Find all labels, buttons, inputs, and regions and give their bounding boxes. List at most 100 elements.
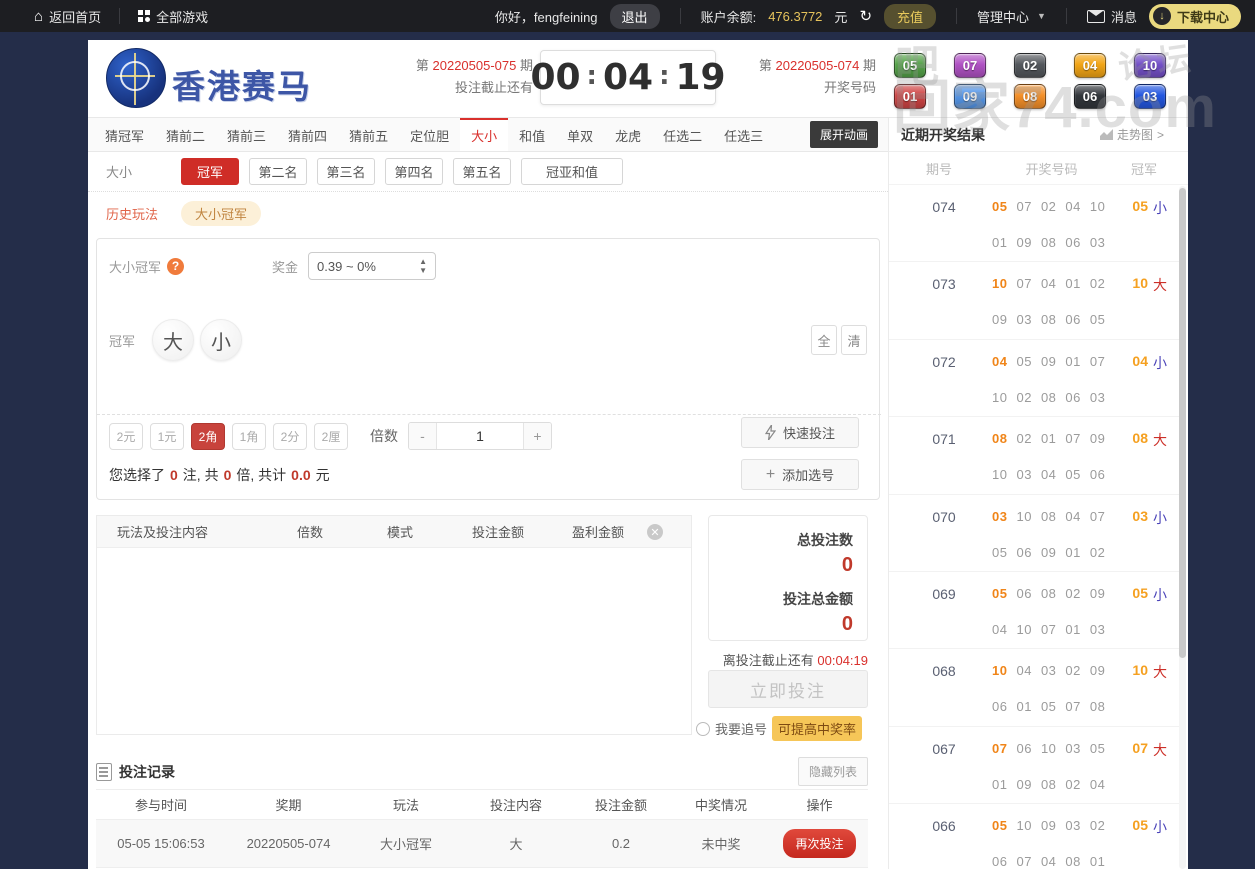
nav-tab-任选二[interactable]: 任选二 xyxy=(652,118,713,151)
minus-button[interactable]: - xyxy=(409,423,436,449)
stake-1角[interactable]: 1角 xyxy=(232,422,266,450)
result-numbers-line1: 05 06 08 02 09 xyxy=(992,586,1105,601)
stake-2厘[interactable]: 2厘 xyxy=(314,422,348,450)
result-champion: 07 大 xyxy=(1132,740,1167,760)
multiple-input[interactable] xyxy=(436,423,524,449)
result-champion: 03 小 xyxy=(1132,508,1167,528)
stake-2元[interactable]: 2元 xyxy=(109,422,143,450)
result-number: 08 xyxy=(1040,508,1057,524)
result-number: 04 xyxy=(1040,467,1057,483)
all-games-label: 全部游戏 xyxy=(156,9,209,25)
bet-again-button[interactable]: 再次投注 xyxy=(783,829,856,858)
nav-tab-猜冠军[interactable]: 猜冠军 xyxy=(94,118,155,151)
result-number: 02 xyxy=(1065,585,1081,601)
result-number: 10 xyxy=(1089,199,1106,214)
option-大[interactable]: 大 xyxy=(152,319,194,361)
result-number: 05 xyxy=(1089,740,1106,756)
issue-col-header: 期号 xyxy=(925,161,952,177)
champion-bigsmall: 小 xyxy=(1153,586,1167,603)
stake-2分[interactable]: 2分 xyxy=(273,422,307,450)
scrollbar-thumb[interactable] xyxy=(1179,188,1186,658)
help-icon[interactable]: ? xyxy=(167,257,185,275)
nav-tab-大小[interactable]: 大小 xyxy=(460,118,509,151)
option-row: 冠军 大小 xyxy=(97,317,881,363)
bonus-select[interactable]: 0.39 ~ 0% ▲ ▼ xyxy=(308,252,437,280)
subtab-第三名[interactable]: 第三名 xyxy=(317,158,375,185)
sidebar-scrollbar xyxy=(1179,186,1186,869)
spinner-arrows-icon: ▲ ▼ xyxy=(419,257,428,275)
nav-tab-猜前五[interactable]: 猜前五 xyxy=(338,118,399,151)
home-link[interactable]: ⌂ 返回首页 xyxy=(34,7,101,26)
option-小[interactable]: 小 xyxy=(200,319,242,361)
nav-tab-和值[interactable]: 和值 xyxy=(508,118,556,151)
quick-bet-button[interactable]: 快速投注 xyxy=(741,417,859,448)
result-number: 10 xyxy=(1016,621,1032,637)
result-number: 05 xyxy=(1089,312,1106,328)
plus-button[interactable]: + xyxy=(524,423,551,449)
subtab-冠亚和值[interactable]: 冠亚和值 xyxy=(521,158,623,185)
history-row: 历史玩法 大小冠军 xyxy=(88,193,888,233)
balance-label: 账户余额: xyxy=(700,9,757,25)
nav-tab-定位胆[interactable]: 定位胆 xyxy=(399,118,460,151)
greeting-text: 你好，fengfeining xyxy=(494,9,598,25)
nav-tab-任选三[interactable]: 任选三 xyxy=(713,118,774,151)
subtab-第四名[interactable]: 第四名 xyxy=(385,158,443,185)
bet-list-header: 玩法及投注内容 倍数 模式 投注金额 盈利金额 ✕ xyxy=(97,516,691,548)
admin-center-label: 管理中心 xyxy=(977,9,1030,25)
result-issue: 073 xyxy=(932,276,956,293)
selection-summary: 您选择了 0 注, 共 0 倍, 共计 0.0 元 xyxy=(109,467,330,483)
history-tag[interactable]: 大小冠军 xyxy=(181,200,262,226)
result-number: 02 xyxy=(1089,276,1106,292)
bet-col-玩法及投注内容: 玩法及投注内容 xyxy=(117,525,209,540)
nav-tab-猜前二[interactable]: 猜前二 xyxy=(155,118,216,151)
balance-unit: 元 xyxy=(834,9,848,25)
chase-radio[interactable] xyxy=(696,721,710,736)
messages-link[interactable]: 消息 xyxy=(1086,7,1137,26)
champion-number: 04 xyxy=(1132,352,1148,369)
result-number: 02 xyxy=(1016,389,1032,405)
result-number: 05 xyxy=(992,585,1008,601)
select-all-button[interactable]: 全 xyxy=(811,325,837,355)
result-champion: 04 小 xyxy=(1132,353,1167,373)
refresh-icon[interactable]: ↻ xyxy=(859,7,872,25)
close-icon[interactable]: ✕ xyxy=(647,524,663,540)
nav-tab-猜前三[interactable]: 猜前三 xyxy=(216,118,277,151)
stake-2角[interactable]: 2角 xyxy=(191,422,225,450)
all-games-link[interactable]: 全部游戏 xyxy=(138,7,208,26)
subtab-第二名[interactable]: 第二名 xyxy=(249,158,307,185)
result-number: 03 xyxy=(1089,235,1106,250)
chase-label[interactable]: 我要追号 xyxy=(715,719,767,738)
result-number: 07 xyxy=(1040,621,1057,637)
hide-list-button[interactable]: 隐藏列表 xyxy=(797,757,868,786)
add-selection-button[interactable]: + 添加选号 xyxy=(741,459,859,490)
expand-animation-button[interactable]: 展开动画 xyxy=(809,121,878,148)
clear-button[interactable]: 清 xyxy=(841,325,867,355)
recharge-button[interactable]: 充值 xyxy=(884,3,937,29)
stake-1元[interactable]: 1元 xyxy=(150,422,184,450)
bet-now-button[interactable]: 立即投注 xyxy=(708,670,868,708)
result-number: 09 xyxy=(1016,776,1032,792)
nav-tab-龙虎[interactable]: 龙虎 xyxy=(604,118,652,151)
logout-button[interactable]: 退出 xyxy=(609,3,660,29)
deadline-countdown: 00:04:19 xyxy=(817,653,868,668)
stake-options: 2元 1元 2角 1角 2分 2厘 xyxy=(97,422,348,450)
draw-ball-07: 07 xyxy=(954,53,986,78)
results-list: 074 05 07 02 04 10 01 09 08 06 03 05 小 073 10 07 04 01 02 0… xyxy=(889,185,1181,869)
result-number: 07 xyxy=(1016,199,1032,214)
history-play-link[interactable]: 历史玩法 xyxy=(88,204,181,223)
game-title: 香港赛马 xyxy=(172,68,312,105)
record-time: 05-05 15:06:53 xyxy=(117,836,205,851)
download-center-button[interactable]: ↓ 下载中心 xyxy=(1148,3,1241,29)
result-number: 08 xyxy=(1040,235,1057,250)
admin-center-menu[interactable]: 管理中心 ▼ xyxy=(977,7,1046,26)
nav-tab-猜前四[interactable]: 猜前四 xyxy=(277,118,338,151)
trend-chart-link[interactable]: 走势图 > xyxy=(1099,126,1164,143)
nav-tab-单双[interactable]: 单双 xyxy=(556,118,604,151)
result-number: 04 xyxy=(1065,199,1081,214)
subtab-冠军[interactable]: 冠军 xyxy=(181,158,239,185)
bet-list-table: 玩法及投注内容 倍数 模式 投注金额 盈利金额 ✕ xyxy=(96,515,692,735)
draw-ball-04: 04 xyxy=(1074,53,1106,78)
subtab-第五名[interactable]: 第五名 xyxy=(453,158,511,185)
result-number: 07 xyxy=(1016,276,1032,292)
countdown-timer: 00 : 04 : 19 xyxy=(530,50,726,105)
